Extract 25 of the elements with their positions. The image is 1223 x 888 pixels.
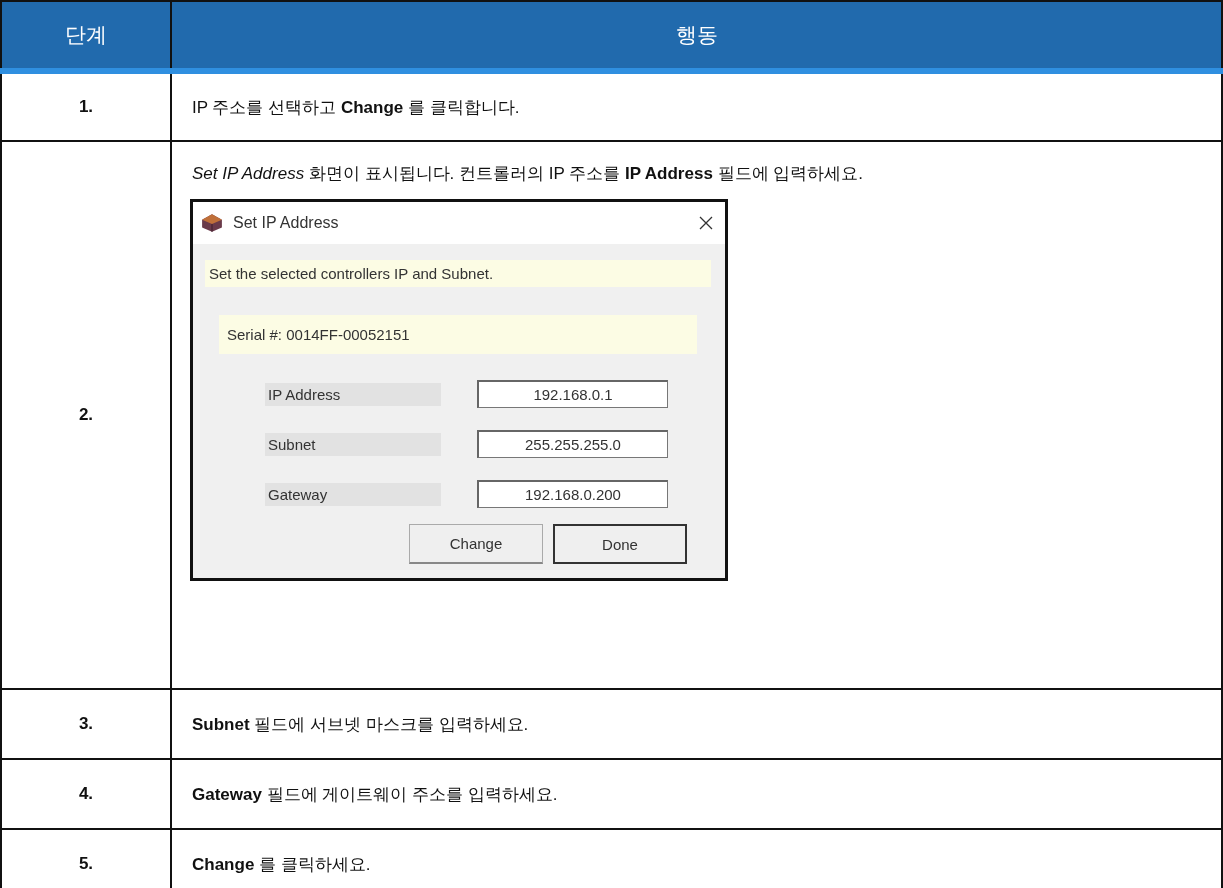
step-number: 2. [1, 141, 171, 689]
input-field[interactable]: 255.255.255.0 [477, 430, 668, 458]
step-instruction: Change 를 클릭하세요. [192, 853, 371, 876]
step-instruction: Gateway 필드에 게이트웨이 주소를 입력하세요. [192, 783, 558, 806]
column-header: 단계 [1, 1, 171, 71]
step-number: 5. [1, 829, 171, 888]
dialog-button[interactable]: Done [553, 524, 687, 564]
column-header: 행동 [171, 1, 1222, 71]
input-field[interactable]: 192.168.0.1 [477, 380, 668, 408]
step-instruction: IP 주소를 선택하고 Change 를 클릭합니다. [192, 96, 520, 119]
dialog-button[interactable]: Change [409, 524, 543, 564]
step-instruction: Set IP Address 화면이 표시됩니다. 컨트롤러의 IP 주소를 IP Address 필드에 입력하세요. [192, 163, 863, 185]
step-number: 3. [1, 689, 171, 759]
step-number: 4. [1, 759, 171, 829]
field-label: Subnet [265, 432, 441, 456]
box-icon [201, 213, 223, 233]
serial-number: Serial #: 0014FF-00052151 [219, 315, 697, 354]
info-message: Set the selected controllers IP and Subnet. [205, 260, 711, 287]
field-label: Gateway [265, 482, 441, 506]
field-label: IP Address [265, 382, 441, 406]
step-number: 1. [1, 71, 171, 141]
dialog-title: Set IP Address [233, 214, 340, 232]
input-field[interactable]: 192.168.0.200 [477, 480, 668, 508]
close-icon[interactable] [699, 216, 713, 230]
step-instruction: Subnet 필드에 서브넷 마스크를 입력하세요. [192, 713, 529, 736]
